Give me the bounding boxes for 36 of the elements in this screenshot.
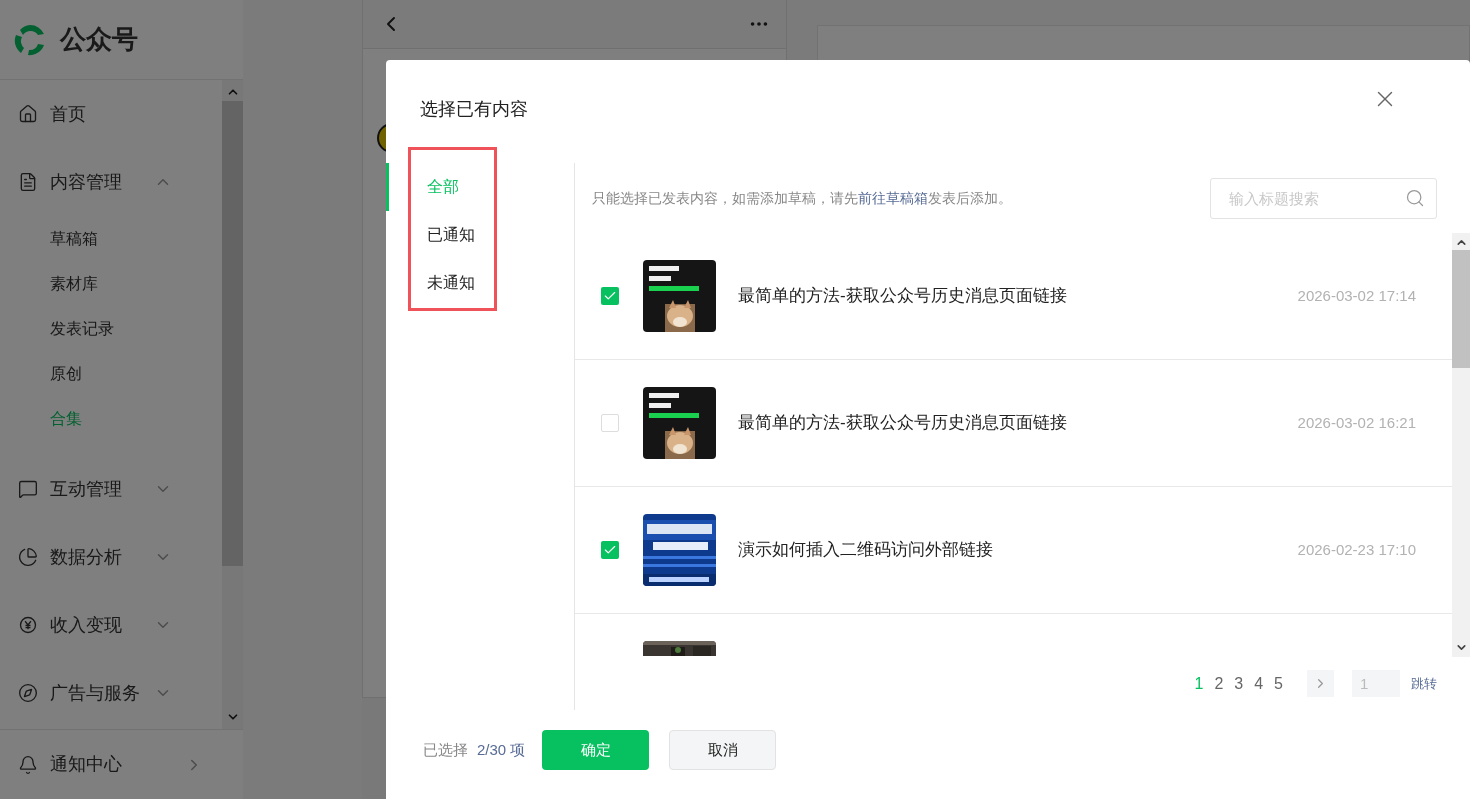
selected-count: 2/30 项	[477, 740, 526, 760]
nav-item[interactable]: 数据分析	[0, 523, 222, 591]
jump-link[interactable]: 跳转	[1411, 673, 1437, 694]
filter-tab[interactable]: 已通知	[386, 211, 574, 259]
drafts-link[interactable]: 前往草稿箱	[858, 189, 928, 206]
nav-item[interactable]: 互动管理	[0, 455, 222, 523]
logo-text: 公众号	[60, 23, 138, 56]
page-number[interactable]: 5	[1274, 671, 1283, 696]
nav-subitem[interactable]: 发表记录	[0, 306, 222, 351]
article-row[interactable]: 最简单的方法-获取公众号历史消息页面链接 2026-03-02 17:14	[575, 233, 1452, 360]
page-number[interactable]: 1	[1194, 671, 1204, 696]
article-time: 2026-02-23 17:10	[1297, 539, 1416, 560]
cancel-button[interactable]: 取消	[669, 730, 776, 770]
page-number[interactable]: 4	[1254, 671, 1264, 696]
nav-item[interactable]: 首页	[0, 80, 222, 148]
nav-subitem[interactable]: 原创	[0, 351, 222, 396]
dialog-title: 选择已有内容	[420, 98, 528, 121]
nav-subitem[interactable]: 素材库	[0, 261, 222, 306]
nav-item[interactable]: 内容管理	[0, 148, 222, 216]
nav-item[interactable]: 广告与服务	[0, 659, 222, 727]
article-row[interactable]: 最简单的方法-获取公众号历史消息页面链接 2026-03-02 16:21	[575, 360, 1452, 487]
article-row[interactable]: 演示如何插入二维码访问外部链接 2026-02-23 17:10	[575, 487, 1452, 614]
page-number[interactable]: 3	[1234, 671, 1244, 696]
selected-label: 已选择	[423, 740, 468, 760]
article-time: 2026-03-02 16:21	[1297, 412, 1416, 433]
page-number[interactable]: 2	[1214, 671, 1224, 696]
article-title: 演示如何插入二维码访问外部链接	[738, 539, 994, 562]
filter-tab[interactable]: 未通知	[386, 259, 574, 307]
article-title: 最简单的方法-获取公众号历史消息页面链接	[738, 285, 1068, 308]
filter-tab[interactable]: 全部	[386, 163, 574, 211]
nav-item[interactable]: 收入变现	[0, 591, 222, 659]
article-title: 最简单的方法-获取公众号历史消息页面链接	[738, 412, 1068, 435]
article-time: 2026-03-02 17:14	[1297, 285, 1416, 306]
notice-text: 只能选择已发表内容，如需添加草稿，请先前往草稿箱发表后添加。	[592, 188, 1012, 208]
confirm-button[interactable]: 确定	[542, 730, 649, 770]
nav-subitem[interactable]: 草稿箱	[0, 216, 222, 261]
